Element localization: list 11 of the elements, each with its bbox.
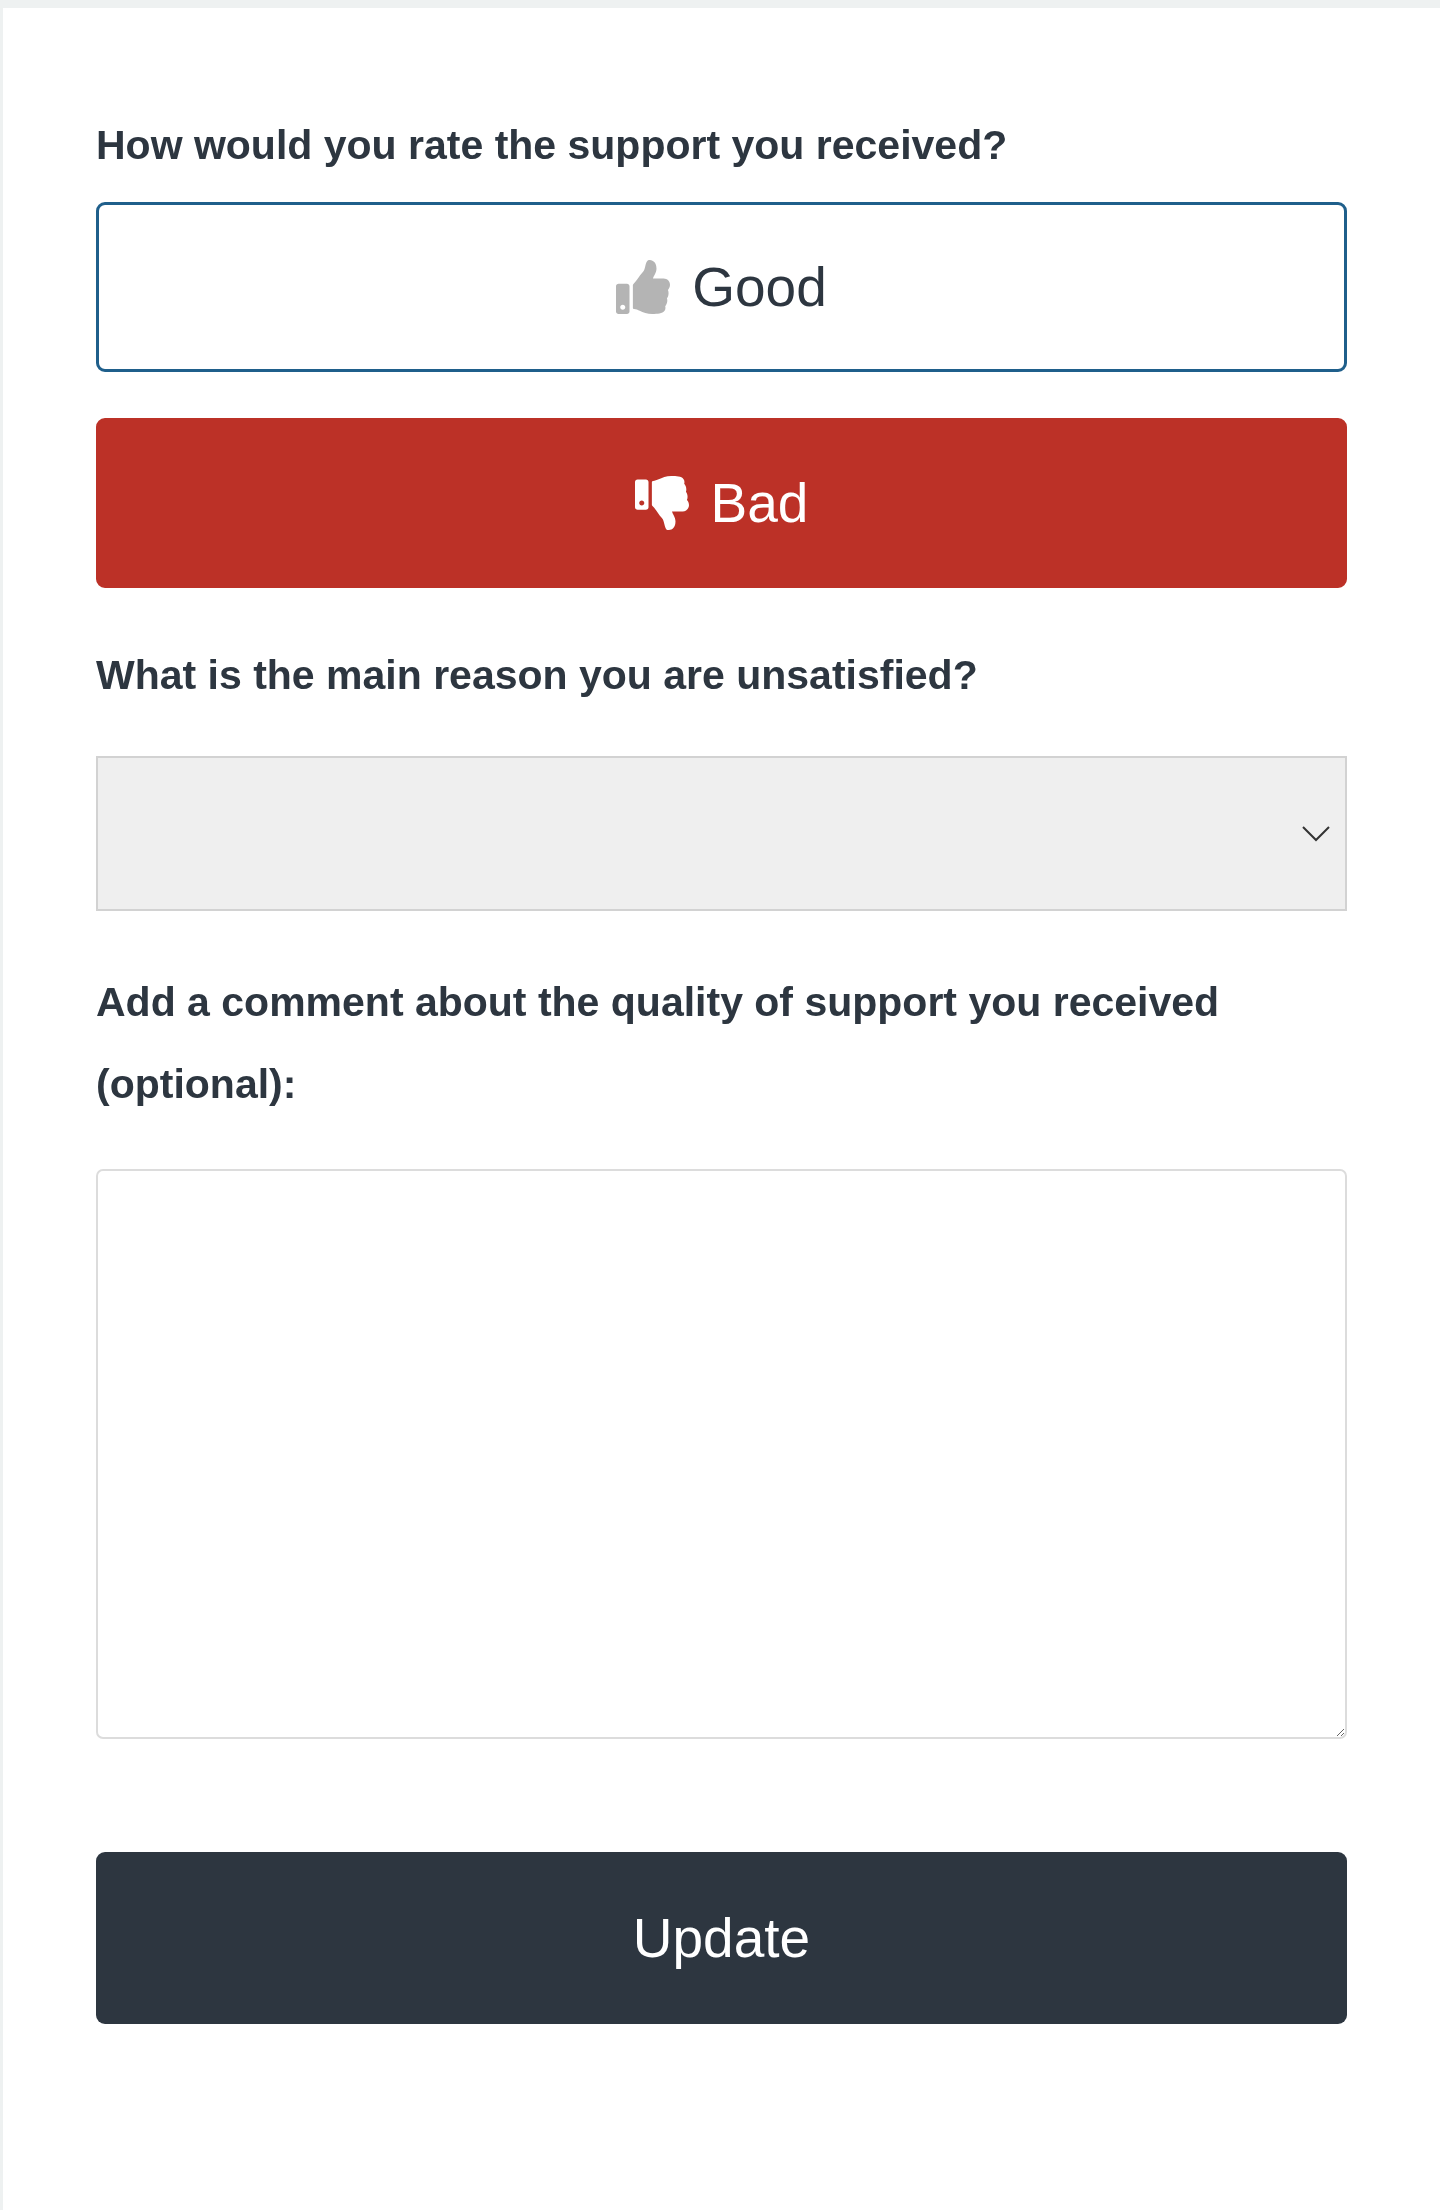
thumbs-down-icon	[634, 476, 689, 530]
thumbs-up-icon	[616, 260, 671, 314]
question-label: How would you rate the support you received?	[96, 121, 1009, 170]
update-button[interactable]: Update	[96, 1852, 1347, 2024]
chevron-down-icon	[1301, 824, 1331, 843]
comment-field[interactable]	[96, 1169, 1347, 1739]
question-label: Add a comment about the quality of support you received (optional):	[96, 978, 1221, 1109]
rating-option-button[interactable]: Good	[96, 202, 1347, 372]
reason-dropdown[interactable]	[96, 756, 1347, 911]
rating-option-button[interactable]: Bad	[96, 418, 1347, 588]
question-label: What is the main reason you are unsatisfied?	[96, 651, 979, 700]
